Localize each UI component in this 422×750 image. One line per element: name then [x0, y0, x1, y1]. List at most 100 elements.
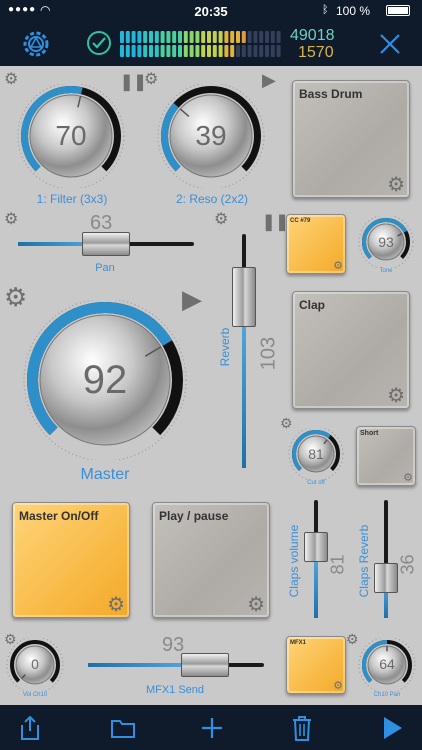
slider-label: Pan: [95, 262, 115, 274]
slider-label: Claps Reverb: [357, 524, 371, 598]
meter-segment: [212, 31, 217, 43]
meter-segment: [137, 45, 142, 57]
status-bar: ●●●● ◠ 20:35 ᛒ 100 %: [0, 0, 422, 22]
meter-segment: [207, 31, 211, 43]
slider-pan[interactable]: [18, 232, 194, 256]
slider-value: 81: [327, 554, 348, 575]
play-icon[interactable]: [382, 715, 404, 741]
gear-icon[interactable]: ⚙: [403, 473, 413, 484]
close-icon[interactable]: [378, 32, 402, 56]
slider-claps-volume[interactable]: [304, 500, 328, 618]
slider-thumb[interactable]: [82, 232, 130, 256]
meter-segment: [131, 45, 136, 57]
meter-segment: [241, 31, 246, 43]
pad-title: Clap: [299, 298, 326, 312]
knob-label: Master: [80, 466, 130, 483]
slider-claps-reverb[interactable]: [374, 500, 398, 618]
meter-segment: [149, 31, 153, 43]
knob-vol-ch10[interactable]: 0: [6, 638, 64, 692]
meter-segment: [201, 31, 206, 43]
slider-thumb[interactable]: [304, 531, 328, 562]
knob-reso[interactable]: 39: [154, 84, 268, 188]
bluetooth-icon: ᛒ: [322, 4, 329, 16]
slider-label: Claps volume: [287, 524, 301, 598]
meter-segment: [137, 31, 142, 43]
meter-segment: [195, 31, 200, 43]
slider-label: MFX1 Send: [145, 684, 205, 696]
gear-icon[interactable]: ⚙: [346, 632, 359, 646]
meter-segment: [183, 31, 188, 43]
meter-segment: [189, 45, 194, 57]
meter-segment: [120, 45, 124, 57]
slider-thumb[interactable]: [374, 563, 398, 594]
meter-segment: [241, 45, 246, 57]
slider-mfx1-send[interactable]: [88, 653, 264, 677]
gear-icon[interactable]: ⚙: [387, 175, 405, 195]
pad-bass-drum[interactable]: Bass Drum ⚙: [292, 80, 410, 198]
knob-value: 81: [308, 446, 324, 462]
pad-cc79[interactable]: CC #79 ⚙: [286, 214, 346, 274]
knob-filter[interactable]: 70: [14, 84, 128, 188]
knob-tone[interactable]: 93: [358, 216, 414, 268]
settings-gear-icon[interactable]: [20, 28, 52, 60]
slider-value: 103: [257, 336, 280, 371]
trash-icon[interactable]: [290, 714, 314, 742]
gear-icon[interactable]: ⚙: [4, 212, 18, 228]
slider-thumb[interactable]: [181, 653, 230, 677]
check-circle-icon: [87, 31, 111, 55]
share-icon[interactable]: [18, 715, 42, 741]
slider-reverb[interactable]: [232, 234, 256, 468]
folder-icon[interactable]: [110, 717, 136, 739]
meter-segment: [160, 45, 165, 57]
gear-icon[interactable]: ⚙: [214, 212, 228, 228]
pad-short[interactable]: Short ⚙: [356, 426, 416, 486]
meter-segment: [236, 45, 240, 57]
pause-icon[interactable]: ❚❚: [262, 212, 289, 232]
knob-value: 92: [82, 358, 128, 402]
meter-segment: [172, 31, 177, 43]
meter-segment: [270, 45, 275, 57]
pad-title: Bass Drum: [299, 87, 363, 101]
knob-label: Vol Ch10: [22, 692, 48, 698]
gear-icon[interactable]: ⚙: [333, 261, 343, 272]
meter-segment: [265, 31, 269, 43]
meter-segment: [276, 45, 281, 57]
bottom-toolbar: [0, 705, 422, 750]
pad-mfx1[interactable]: MFX1 ⚙: [286, 636, 346, 694]
pad-title: Master On/Off: [19, 509, 99, 523]
meter-segment: [270, 31, 275, 43]
add-icon[interactable]: [200, 716, 224, 740]
slider-value: 36: [397, 554, 418, 575]
pad-master-onoff[interactable]: Master On/Off ⚙: [12, 502, 130, 618]
knob-ch10-pan[interactable]: 64: [358, 638, 416, 692]
meter-segment: [224, 31, 229, 43]
meter-segment: [183, 45, 188, 57]
knob-value: 93: [378, 234, 394, 250]
pad-clap[interactable]: Clap ⚙: [292, 291, 410, 409]
meter-segment: [120, 31, 124, 43]
gear-icon[interactable]: ⚙: [107, 595, 125, 615]
knob-master[interactable]: 92: [20, 300, 190, 460]
knob-cutoff[interactable]: 81: [288, 428, 344, 480]
knob-value: 39: [195, 120, 227, 151]
meter-segment: [149, 45, 153, 57]
gear-icon[interactable]: ⚙: [387, 386, 405, 406]
meter-segment: [125, 31, 130, 43]
meter-segment: [189, 31, 194, 43]
counter-top: 49018: [290, 27, 335, 44]
battery-icon: [386, 5, 410, 16]
slider-thumb[interactable]: [232, 267, 256, 328]
counter-bottom: 1570: [298, 44, 334, 61]
meter-segment: [253, 45, 258, 57]
knob-label: 2: Reso (2x2): [175, 192, 249, 206]
meter-segment: [195, 45, 200, 57]
gear-icon[interactable]: ⚙: [247, 595, 265, 615]
pad-play-pause[interactable]: Play / pause ⚙: [152, 502, 270, 618]
slider-label: Reverb: [218, 327, 232, 367]
knob-value: 64: [379, 656, 395, 672]
gear-icon[interactable]: ⚙: [333, 681, 343, 692]
meter-segment: [131, 31, 136, 43]
meter-segment: [154, 45, 159, 57]
meter-segment: [178, 31, 182, 43]
meter-segment: [218, 31, 223, 43]
